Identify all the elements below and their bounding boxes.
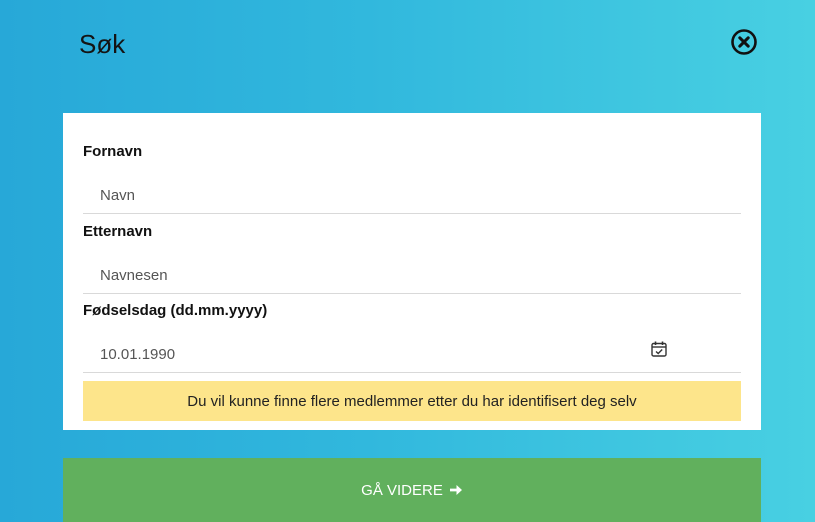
calendar-check-icon: [651, 341, 667, 357]
first-name-label: Fornavn: [83, 143, 143, 160]
continue-button[interactable]: GÅ VIDERE: [63, 458, 761, 522]
first-name-input[interactable]: [83, 178, 741, 214]
last-name-label: Etternavn: [83, 223, 153, 240]
close-button[interactable]: [729, 27, 759, 57]
continue-label: GÅ VIDERE: [361, 481, 443, 499]
info-notice: Du vil kunne finne flere medlemmer etter…: [83, 381, 741, 421]
last-name-input[interactable]: [83, 258, 741, 294]
close-circle-icon: [731, 29, 757, 55]
birthday-input[interactable]: [83, 337, 741, 373]
search-modal: Søk Fornavn Etternavn Fødselsdag (dd.mm.…: [0, 0, 815, 522]
calendar-button[interactable]: [650, 340, 668, 358]
modal-title: Søk: [79, 29, 126, 59]
arrow-right-icon: [449, 485, 462, 495]
search-form: Fornavn Etternavn Fødselsdag (dd.mm.yyyy…: [63, 113, 761, 430]
birthday-label: Fødselsdag (dd.mm.yyyy): [83, 302, 268, 319]
